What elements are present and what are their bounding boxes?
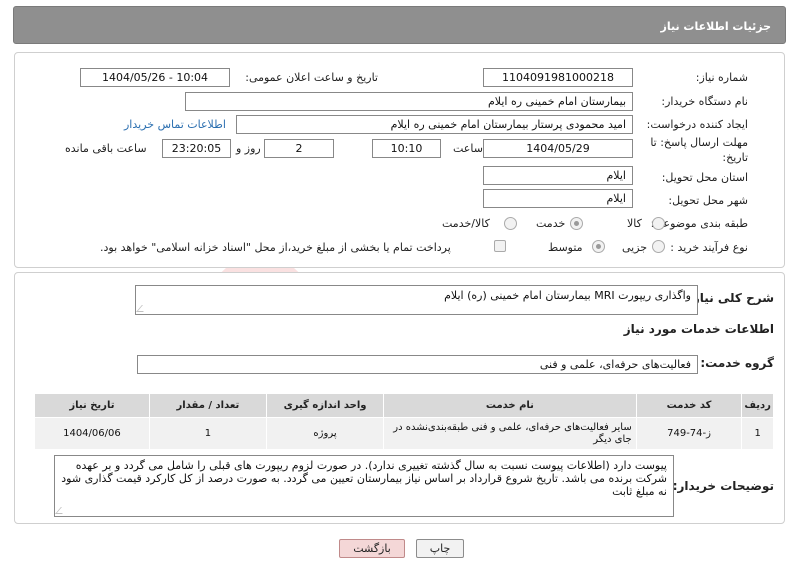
cell-need-date: 1404/06/06 <box>34 417 150 450</box>
col-row: ردیف <box>741 393 774 418</box>
category-radio-goods-service[interactable] <box>504 217 517 230</box>
remaining-days-field: 2 <box>264 139 334 158</box>
cell-unit: پروژه <box>265 417 385 450</box>
deadline-time-label: ساعت <box>453 142 483 155</box>
category-option-goods-service: کالا/خدمت <box>442 217 490 230</box>
category-label: طبقه بندی موضوعی: <box>650 217 748 230</box>
buyer-notes-text: پیوست دارد (اطلاعات پیوست نسبت به سال گذ… <box>61 459 667 498</box>
purchase-type-label: نوع فرآیند خرید : <box>670 241 748 254</box>
table-row: 1 ز-74-749 سایر فعالیت‌های حرفه‌ای، علمی… <box>34 417 774 450</box>
province-field: ایلام <box>483 166 633 185</box>
announce-date-label: تاریخ و ساعت اعلان عمومی: <box>245 71 378 84</box>
services-section-title: اطلاعات خدمات مورد نیاز <box>623 322 774 336</box>
cell-quantity: 1 <box>148 417 267 450</box>
header-bar: جزئیات اطلاعات نیاز <box>13 6 786 44</box>
category-radio-goods[interactable] <box>652 217 665 230</box>
deadline-label-date: تاریخ: <box>722 151 748 164</box>
remaining-time-field: 23:20:05 <box>162 139 231 158</box>
back-button[interactable]: بازگشت <box>339 539 405 558</box>
category-option-goods: کالا <box>627 217 642 230</box>
buyer-contact-link[interactable]: اطلاعات تماس خریدار <box>124 118 226 131</box>
buyer-notes-textarea[interactable]: پیوست دارد (اطلاعات پیوست نسبت به سال گذ… <box>54 455 674 517</box>
services-table: ردیف کد خدمت نام خدمت واحد اندازه گیری ت… <box>34 393 774 450</box>
buyer-org-label: نام دستگاه خریدار: <box>661 95 748 108</box>
table-header-row: ردیف کد خدمت نام خدمت واحد اندازه گیری ت… <box>34 393 774 418</box>
city-field: ایلام <box>483 189 633 208</box>
purchase-radio-medium[interactable] <box>592 240 605 253</box>
purchase-radio-minor[interactable] <box>652 240 665 253</box>
buyer-org-field: بیمارستان امام خمینی ره ایلام <box>185 92 633 111</box>
cell-service-name: سایر فعالیت‌های حرفه‌ای، علمی و فنی طبقه… <box>383 417 637 450</box>
col-need-date: تاریخ نیاز <box>34 393 150 418</box>
summary-textarea[interactable]: واگذاری ریپورت MRI بیمارستان امام خمینی … <box>135 285 698 315</box>
city-label: شهر محل تحویل: <box>668 194 748 207</box>
deadline-date-field: 1404/05/29 <box>483 139 633 158</box>
service-group-label: گروه خدمت: <box>700 356 774 370</box>
announce-date-field: 1404/05/26 - 10:04 <box>80 68 230 87</box>
buyer-notes-label: توضیحات خریدار: <box>672 479 774 493</box>
need-number-label: شماره نیاز: <box>695 71 748 84</box>
province-label: استان محل تحویل: <box>661 171 748 184</box>
summary-text: واگذاری ریپورت MRI بیمارستان امام خمینی … <box>444 289 691 302</box>
deadline-time-field: 10:10 <box>372 139 441 158</box>
resize-grip-icon[interactable] <box>136 305 149 312</box>
category-radio-service[interactable] <box>570 217 583 230</box>
print-button[interactable]: چاپ <box>416 539 464 558</box>
remaining-label: ساعت باقی مانده <box>65 142 147 155</box>
purchase-option-medium: متوسط <box>548 241 583 254</box>
service-group-field: فعالیت‌های حرفه‌ای، علمی و فنی <box>137 355 698 374</box>
need-number-field: 1104091981000218 <box>483 68 633 87</box>
creator-field: امید محمودی پرستار بیمارستان امام خمینی … <box>236 115 633 134</box>
purchase-option-minor: جزیی <box>622 241 648 254</box>
col-quantity: تعداد / مقدار <box>148 393 267 418</box>
col-service-name: نام خدمت <box>383 393 637 418</box>
creator-label: ایجاد کننده درخواست: <box>646 118 748 131</box>
col-service-code: کد خدمت <box>635 393 743 418</box>
page-title: جزئیات اطلاعات نیاز <box>660 20 772 33</box>
days-label: روز و <box>236 142 261 155</box>
cell-service-code: ز-74-749 <box>635 417 743 450</box>
treasury-payment-checkbox[interactable] <box>494 240 506 252</box>
cell-row: 1 <box>741 417 774 450</box>
resize-grip-icon[interactable] <box>55 507 68 514</box>
summary-label: شرح کلی نیاز: <box>688 291 774 305</box>
deadline-label: مهلت ارسال پاسخ: تا <box>650 136 748 149</box>
treasury-payment-note: پرداخت تمام یا بخشی از مبلغ خرید،از محل … <box>100 241 451 254</box>
category-option-service: خدمت <box>536 217 566 230</box>
col-unit: واحد اندازه گیری <box>265 393 385 418</box>
